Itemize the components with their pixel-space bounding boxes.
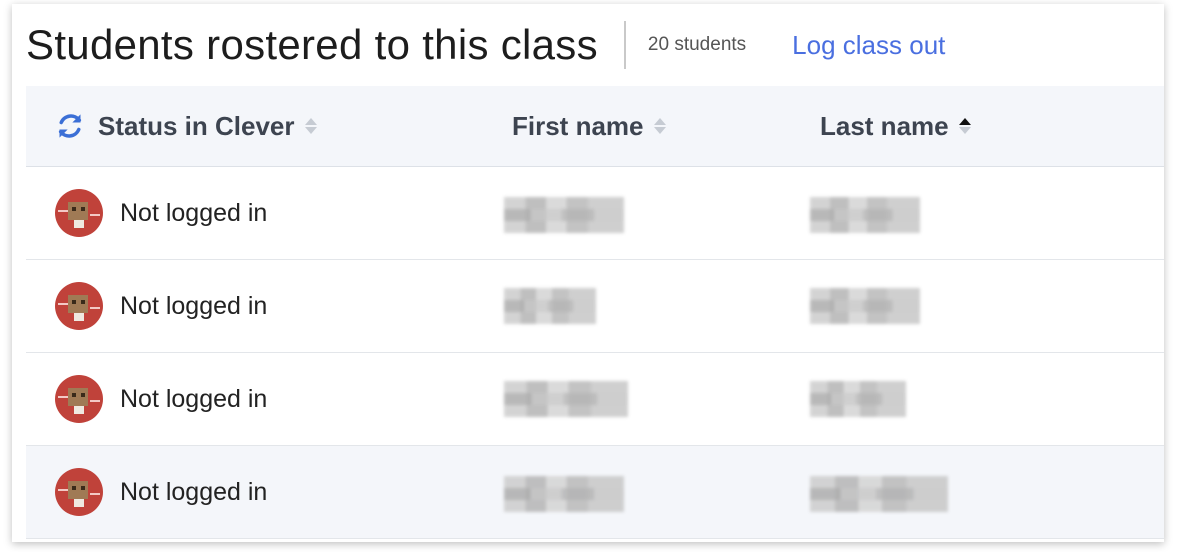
table-row[interactable]: Not logged in: [26, 167, 1164, 260]
status-cell: Not logged in: [54, 167, 267, 259]
status-text: Not logged in: [120, 477, 268, 506]
robot-avatar-icon: [55, 189, 103, 237]
roster-header: Students rostered to this class 20 stude…: [12, 4, 1164, 86]
header-divider: [623, 21, 626, 69]
last-name-redacted: [810, 288, 920, 324]
page-title: Students rostered to this class: [26, 21, 598, 68]
refresh-icon[interactable]: [56, 112, 84, 140]
first-name-redacted: [504, 197, 624, 233]
column-label-first-name: First name: [512, 110, 644, 141]
sort-ascending-icon[interactable]: [958, 118, 971, 134]
roster-panel: Students rostered to this class 20 stude…: [12, 4, 1164, 542]
table-row[interactable]: Not logged in: [26, 260, 1164, 353]
status-cell: Not logged in: [54, 260, 267, 352]
status-cell: Not logged in: [54, 446, 267, 538]
log-class-out-link[interactable]: Log class out: [792, 30, 945, 61]
last-name-redacted: [810, 476, 948, 512]
robot-avatar-icon: [55, 282, 103, 330]
status-text: Not logged in: [120, 384, 268, 413]
last-name-redacted: [810, 381, 906, 417]
status-cell: Not logged in: [54, 353, 267, 445]
column-label-last-name: Last name: [820, 110, 949, 141]
last-name-redacted: [810, 197, 920, 233]
column-header-last-name[interactable]: Last name: [820, 86, 971, 166]
column-label-status: Status in Clever: [98, 110, 295, 141]
sort-icon[interactable]: [304, 118, 317, 134]
robot-avatar-icon: [55, 375, 103, 423]
column-header-status[interactable]: Status in Clever: [56, 86, 317, 166]
table-row[interactable]: Not logged in: [26, 353, 1164, 446]
sort-icon[interactable]: [653, 118, 666, 134]
first-name-redacted: [504, 381, 628, 417]
first-name-redacted: [504, 288, 596, 324]
robot-avatar-icon: [55, 468, 103, 516]
table-row[interactable]: Not logged in: [26, 446, 1164, 539]
status-text: Not logged in: [120, 291, 268, 320]
status-text: Not logged in: [120, 198, 268, 227]
column-header-first-name[interactable]: First name: [512, 86, 666, 166]
table-header: Status in Clever First name Last name: [26, 86, 1164, 167]
student-count: 20 students: [647, 34, 747, 55]
first-name-redacted: [504, 476, 624, 512]
